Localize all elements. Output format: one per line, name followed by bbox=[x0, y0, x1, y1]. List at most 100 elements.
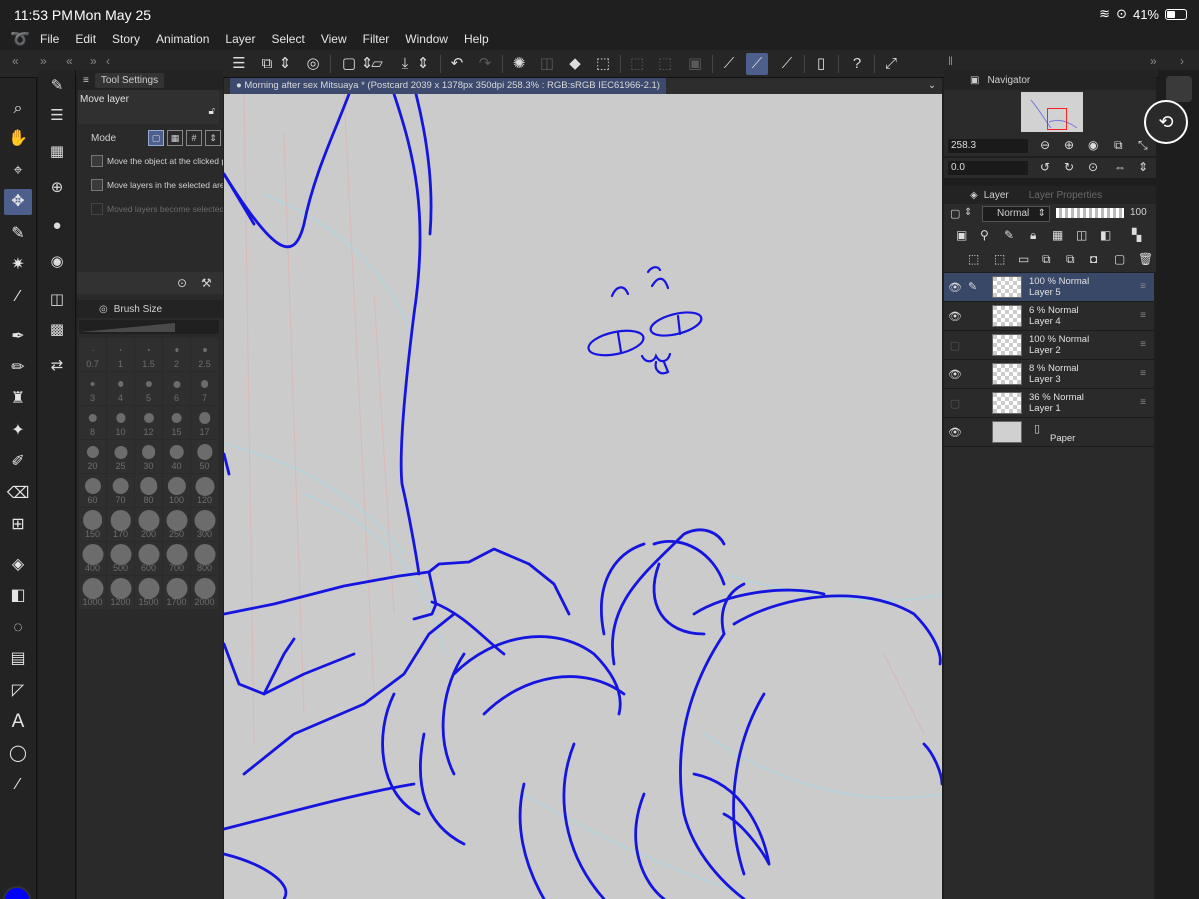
open-file-icon[interactable]: ▱ bbox=[366, 53, 388, 75]
reset-rotation-icon[interactable]: ⊙ bbox=[1088, 160, 1098, 174]
brush-size-cell[interactable]: 170 bbox=[107, 508, 134, 541]
search-layer-icon[interactable]: ⊕ bbox=[44, 176, 70, 200]
brush-size-cell[interactable]: 40 bbox=[163, 440, 190, 473]
new-canvas-icon[interactable]: ▢ bbox=[338, 53, 360, 75]
mode-object-button[interactable]: ▢ bbox=[148, 130, 165, 146]
lock-icon[interactable]: 🔒︎ bbox=[1030, 228, 1036, 243]
brush-size-cell[interactable]: 1000 bbox=[79, 576, 106, 609]
restore-default-icon[interactable]: ⊙ bbox=[177, 276, 187, 290]
brush-size-cell[interactable]: 15 bbox=[163, 406, 190, 439]
stepper-icon-3[interactable]: ⇕ bbox=[416, 53, 430, 75]
grip-icon[interactable]: ≡ bbox=[83, 75, 89, 86]
text-tool-icon[interactable]: A bbox=[4, 709, 32, 735]
reference-layer-icon[interactable]: ⚲ bbox=[980, 228, 989, 242]
lock-transparent-icon[interactable]: ▦ bbox=[1052, 228, 1063, 242]
auto-select-icon[interactable]: ✷ bbox=[4, 252, 32, 278]
merge-down-icon[interactable]: ⧉ bbox=[1066, 252, 1075, 267]
brush-size-cell[interactable]: 300 bbox=[191, 508, 218, 541]
figure-tool-icon[interactable]: ◌ bbox=[4, 615, 32, 641]
blend-tool-icon[interactable]: ⊞ bbox=[4, 512, 32, 538]
brush-size-cell[interactable]: 30 bbox=[135, 440, 162, 473]
menu-layer[interactable]: Layer bbox=[225, 32, 255, 46]
brush-size-cell[interactable]: 7 bbox=[191, 372, 218, 405]
layer-menu-icon[interactable]: ≡ bbox=[1140, 310, 1146, 321]
brush-size-cell[interactable]: 8 bbox=[79, 406, 106, 439]
opacity-value[interactable]: 100 bbox=[1130, 207, 1147, 218]
brush-size-cell[interactable]: 0.7 bbox=[79, 338, 106, 371]
actual-size-icon[interactable]: ⧉ bbox=[1114, 138, 1123, 153]
hamburger-menu-icon[interactable]: ☰ bbox=[228, 53, 250, 75]
layer-row-layer-4[interactable]: 👁︎ 6 % Normal Layer 4 ≡ bbox=[944, 302, 1154, 331]
transform-icon[interactable]: ⬚ bbox=[592, 53, 614, 75]
menu-animation[interactable]: Animation bbox=[156, 32, 209, 46]
brush-size-cell[interactable]: 1700 bbox=[163, 576, 190, 609]
eyedropper-icon[interactable]: ⁄ bbox=[4, 284, 32, 310]
brush-size-cell[interactable]: 1.5 bbox=[135, 338, 162, 371]
fill-tool-icon[interactable]: ◈ bbox=[4, 552, 32, 578]
opacity-slider[interactable] bbox=[1056, 208, 1124, 218]
layer-color-swatch-icon[interactable]: ▚ bbox=[1132, 228, 1141, 242]
navigator-preview[interactable] bbox=[944, 90, 1156, 136]
fill-icon[interactable]: ◆ bbox=[564, 53, 586, 75]
menu-filter[interactable]: Filter bbox=[363, 32, 390, 46]
color-wheel-icon[interactable]: ● bbox=[44, 214, 70, 238]
layer-properties-tab[interactable]: Layer Properties bbox=[1029, 190, 1102, 201]
brush-size-cell[interactable]: 2 bbox=[163, 338, 190, 371]
menu-help[interactable]: Help bbox=[464, 32, 489, 46]
brush-size-cell[interactable]: 700 bbox=[163, 542, 190, 575]
draft-layer-icon[interactable]: ✎ bbox=[1004, 228, 1014, 242]
rotation-value[interactable]: 0.0 bbox=[948, 161, 1028, 175]
brush-size-cell[interactable]: 80 bbox=[135, 474, 162, 507]
hidden-eye-icon[interactable]: ▢ bbox=[948, 339, 962, 352]
checkbox[interactable] bbox=[91, 179, 103, 191]
new-vector-layer-icon[interactable]: ⬚ bbox=[994, 252, 1005, 266]
quick-access-icon[interactable]: ⧉ bbox=[256, 53, 278, 75]
brush-size-cell[interactable]: 500 bbox=[107, 542, 134, 575]
brush-size-cell[interactable]: 120 bbox=[191, 474, 218, 507]
loading-icon[interactable]: ✺ bbox=[508, 53, 530, 75]
brush-size-cell[interactable]: 12 bbox=[135, 406, 162, 439]
ruler-snap-icon[interactable]: ⟋ bbox=[718, 53, 740, 75]
rotate-right-icon[interactable]: ↻ bbox=[1064, 160, 1074, 174]
visibility-eye-icon[interactable]: 👁︎ bbox=[948, 368, 962, 381]
correct-line-tool-icon[interactable]: ⁄ bbox=[4, 772, 32, 798]
brush-size-cell[interactable]: 6 bbox=[163, 372, 190, 405]
select-all-icon[interactable]: ⬚ bbox=[654, 53, 676, 75]
collapse-panel-icon[interactable]: « bbox=[66, 54, 73, 68]
menu-edit[interactable]: Edit bbox=[75, 32, 96, 46]
layer-row-layer-1[interactable]: ▢ 36 % Normal Layer 1 ≡ bbox=[944, 389, 1154, 418]
brush-size-cell[interactable]: 100 bbox=[163, 474, 190, 507]
brush-size-tab[interactable]: Brush Size bbox=[114, 304, 162, 315]
expand-left-icon[interactable]: » bbox=[40, 54, 47, 68]
unlock-icon[interactable]: 🔓︎ bbox=[209, 106, 215, 117]
mode-stepper[interactable]: ⇕ bbox=[205, 130, 222, 146]
brush-size-cell[interactable]: 200 bbox=[135, 508, 162, 541]
drawing-canvas[interactable] bbox=[224, 94, 942, 899]
menu-window[interactable]: Window bbox=[405, 32, 448, 46]
zoom-in-icon[interactable]: ⊕ bbox=[1064, 138, 1074, 152]
main-color-swatch[interactable] bbox=[3, 886, 31, 899]
pencil-tool-icon[interactable]: ✏ bbox=[4, 355, 32, 381]
expand-right-icon[interactable]: » bbox=[1150, 54, 1157, 68]
wrench-icon[interactable]: ⚒ bbox=[201, 276, 212, 290]
timeline-icon[interactable]: ▦ bbox=[44, 140, 70, 164]
mask-icon[interactable]: ◫ bbox=[1076, 228, 1087, 242]
visibility-eye-icon[interactable]: 👁︎ bbox=[948, 281, 962, 294]
clip-icon[interactable]: ▣ bbox=[956, 228, 967, 242]
eraser-tool-icon[interactable]: ⌫ bbox=[4, 481, 32, 507]
chevron-right-icon[interactable]: › bbox=[1180, 54, 1184, 68]
layer-property-icon[interactable]: ☰ bbox=[44, 104, 70, 128]
companion-rotate-button[interactable]: ⟲ bbox=[1144, 100, 1188, 144]
redo-icon[interactable]: ↷ bbox=[474, 53, 496, 75]
option-move-clicked[interactable]: Move the object at the clicked pos bbox=[91, 152, 223, 170]
zoom-tool-icon[interactable]: ⌕ bbox=[4, 96, 32, 122]
brush-size-cell[interactable]: 3 bbox=[79, 372, 106, 405]
brush-size-cell[interactable]: 60 bbox=[79, 474, 106, 507]
brush-size-cell[interactable]: 150 bbox=[79, 508, 106, 541]
zoom-value[interactable]: 258.3 bbox=[948, 139, 1028, 153]
option-moved-selected[interactable]: Moved layers become selected bbox=[91, 200, 223, 218]
brush-size-cell[interactable]: 800 bbox=[191, 542, 218, 575]
menu-select[interactable]: Select bbox=[271, 32, 304, 46]
gradient-tool-icon[interactable]: ◧ bbox=[4, 583, 32, 609]
mode-grid-button[interactable]: # bbox=[186, 130, 203, 146]
